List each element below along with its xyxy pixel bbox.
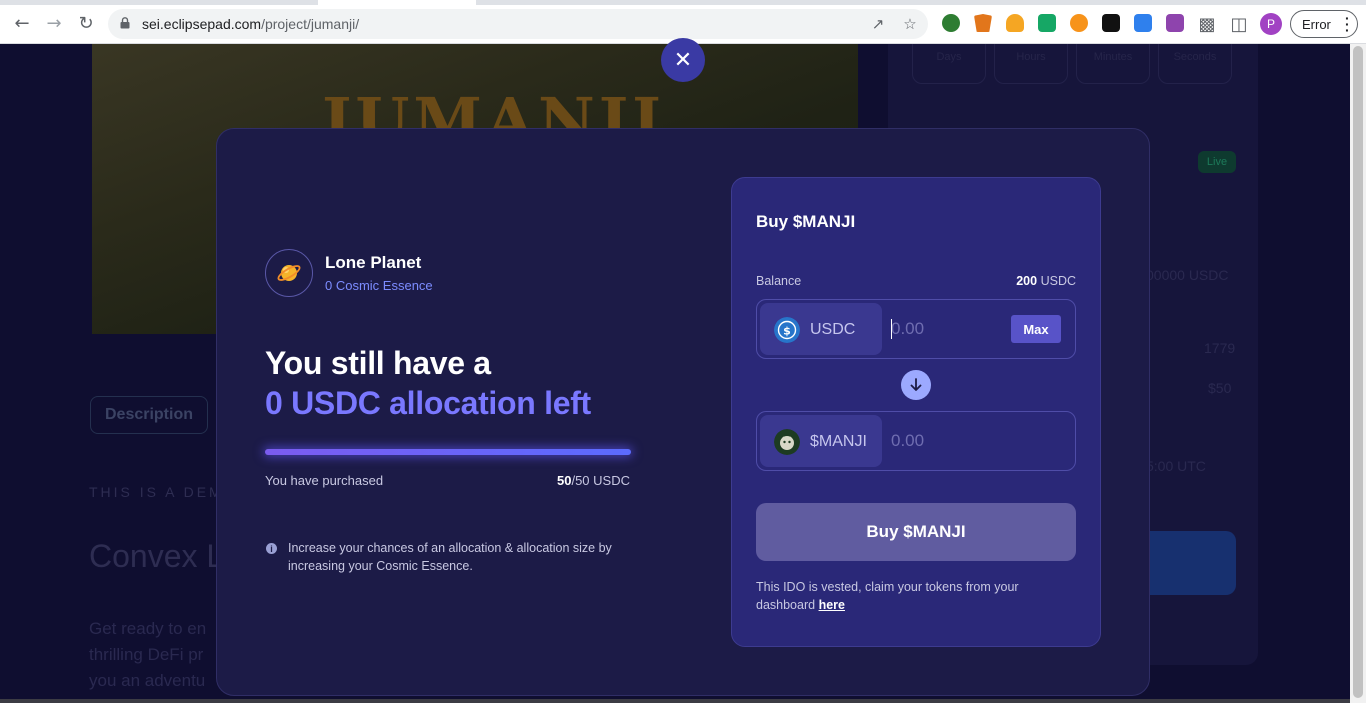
planet-icon — [277, 265, 301, 281]
live-badge: Live — [1198, 151, 1236, 173]
tagline: THIS IS A DEM — [89, 484, 224, 500]
receive-amount-input[interactable] — [891, 430, 1001, 452]
participants-value: 1779 — [1204, 340, 1236, 356]
purchased-label: You have purchased — [265, 473, 384, 488]
url-text: sei.eclipsepad.com/project/jumanji/ — [142, 16, 360, 32]
address-bar[interactable]: sei.eclipsepad.com/project/jumanji/ ↗ ☆ — [108, 9, 928, 39]
pay-amount-input[interactable] — [891, 318, 1001, 340]
active-tab[interactable] — [318, 0, 476, 5]
allocation-remaining: 0 USDC allocation left — [265, 385, 591, 421]
countdown-days: 26 Days — [912, 44, 986, 84]
min-amount-value: $50 — [1208, 380, 1232, 396]
profile-avatar[interactable]: P — [1260, 13, 1282, 35]
balance-label: Balance — [756, 274, 802, 288]
pay-token-name: USDC — [810, 321, 856, 338]
close-modal-button[interactable]: ✕ — [661, 38, 705, 82]
project-description: Get ready to en thrilling DeFi pr you an… — [89, 619, 207, 690]
receive-field: $MANJI — [756, 411, 1076, 471]
extension-user-check-icon[interactable] — [1006, 14, 1024, 32]
extension-x-icon[interactable] — [1102, 14, 1120, 32]
allocation-headline: You still have a — [265, 345, 491, 381]
error-button[interactable]: Error · · · — [1290, 10, 1358, 38]
countdown-hours: 9 Hours — [994, 44, 1068, 84]
extension-globe-icon[interactable] — [942, 14, 960, 32]
info-icon: i — [266, 543, 277, 554]
tab-strip — [0, 0, 1366, 5]
balance-value: 200 USDC — [1016, 274, 1076, 288]
buy-button[interactable]: Buy $MANJI — [756, 503, 1076, 561]
vesting-note: This IDO is vested, claim your tokens fr… — [756, 580, 1019, 612]
scrollbar-thumb[interactable] — [1353, 46, 1363, 698]
tab-description[interactable]: Description — [90, 396, 208, 434]
extensions-puzzle-icon[interactable]: ▩ — [1196, 13, 1218, 35]
pay-token-selector[interactable]: $ USDC — [760, 303, 882, 355]
info-text: Increase your chances of an allocation &… — [288, 541, 612, 573]
reload-icon[interactable]: ↻ — [75, 12, 97, 34]
allocation-progress-fill — [265, 449, 631, 455]
forward-icon[interactable]: → — [43, 12, 65, 34]
swap-arrow-down-icon — [901, 370, 931, 400]
cosmic-essence: 0 Cosmic Essence — [325, 278, 433, 293]
project-heading: Convex L — [89, 538, 225, 574]
page-scrollbar[interactable] — [1350, 44, 1366, 703]
buy-modal: Lone Planet 0 Cosmic Essence You still h… — [216, 128, 1150, 696]
receive-token-selector[interactable]: $MANJI — [760, 415, 882, 467]
manji-token-icon — [774, 429, 800, 455]
extension-stack-icon[interactable] — [1166, 14, 1184, 32]
purchased-value: 50/50 USDC — [557, 473, 630, 488]
total-raise-value: 00000 USDC — [1146, 267, 1229, 283]
side-panel-icon[interactable]: ◫ — [1228, 13, 1250, 35]
text-caret — [891, 319, 892, 339]
menu-kebab-icon: · · · — [1345, 10, 1350, 38]
receive-token-name: $MANJI — [810, 433, 867, 450]
lock-icon — [120, 17, 130, 29]
dashboard-link[interactable]: here — [819, 598, 845, 612]
max-button[interactable]: Max — [1011, 315, 1061, 343]
extension-k-icon[interactable] — [1134, 14, 1152, 32]
user-avatar — [265, 249, 313, 297]
svg-text:$: $ — [783, 325, 791, 338]
share-icon[interactable]: ↗ — [868, 14, 888, 34]
buy-title: Buy $MANJI — [756, 212, 856, 231]
bottom-strip — [0, 699, 1350, 703]
extension-coin-icon[interactable] — [1070, 14, 1088, 32]
countdown-minutes: 2 Minutes — [1076, 44, 1150, 84]
back-icon[interactable]: ← — [11, 12, 33, 34]
bookmark-star-icon[interactable]: ☆ — [900, 14, 920, 34]
metamask-fox-icon[interactable] — [974, 14, 992, 32]
allocation-progress — [265, 449, 631, 455]
pay-field: $ USDC Max — [756, 299, 1076, 359]
extension-tower-icon[interactable] — [1038, 14, 1056, 32]
countdown-seconds: 9 Seconds — [1158, 44, 1232, 84]
usdc-icon: $ — [774, 317, 800, 343]
user-name: Lone Planet — [325, 253, 422, 272]
buy-panel: Buy $MANJI Balance 200 USDC $ USDC Max — [731, 177, 1101, 647]
time-value: 5:00 UTC — [1146, 458, 1206, 474]
error-label: Error — [1302, 16, 1331, 32]
